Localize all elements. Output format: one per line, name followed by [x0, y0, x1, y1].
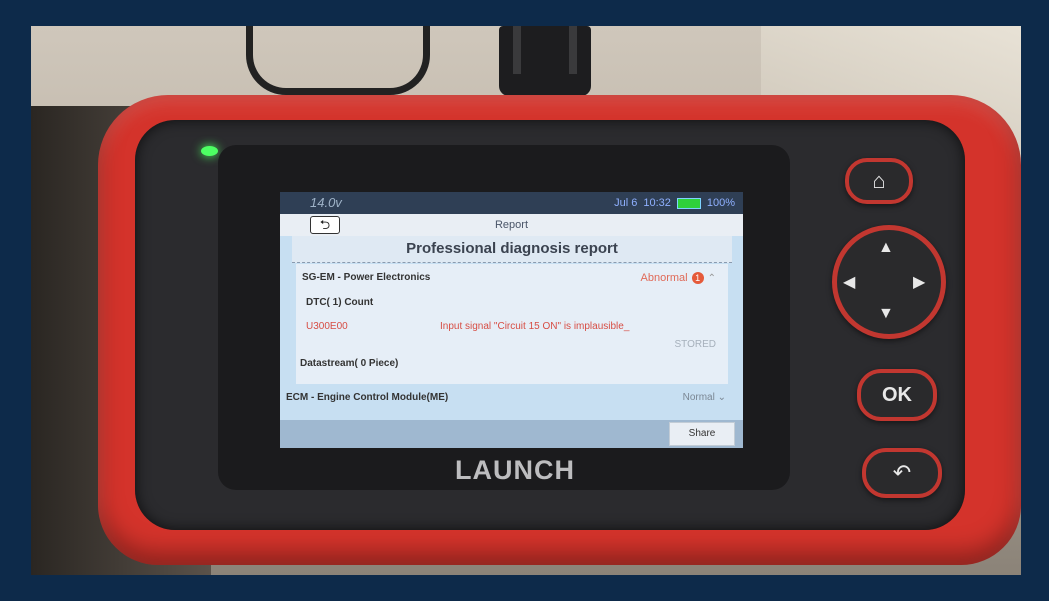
- home-icon: ⌂: [872, 168, 886, 193]
- arrow-left-icon[interactable]: ◀: [843, 272, 855, 292]
- dtc-description: Input signal "Circuit 15 ON" is implausi…: [440, 321, 630, 332]
- arrow-up-icon[interactable]: ▲: [878, 239, 894, 257]
- share-button[interactable]: Share: [669, 422, 735, 446]
- obd-cable-connector: [499, 26, 591, 96]
- return-button[interactable]: ↶: [862, 448, 942, 498]
- system-name: SG-EM - Power Electronics: [302, 272, 431, 283]
- dtc-count-label: DTC( 1) Count: [306, 297, 374, 308]
- return-icon: ↶: [892, 460, 912, 485]
- dtc-state: STORED: [674, 339, 717, 350]
- system-name: ECM - Engine Control Module(ME): [286, 392, 449, 403]
- power-led: [201, 146, 218, 156]
- status-right: Jul 6 10:32 100%: [614, 197, 735, 209]
- eyeglasses: [246, 26, 430, 95]
- device-screen: 14.0v Jul 6 10:32 100% ⮌ Report Professi…: [280, 192, 743, 448]
- battery-icon: [676, 197, 701, 209]
- system-card-sg-em[interactable]: SG-EM - Power Electronics Abnormal 1 ⌃ D…: [296, 264, 728, 384]
- date-text: Jul 6: [614, 197, 638, 209]
- page-title: Report: [494, 219, 529, 231]
- status-text: Abnormal: [640, 272, 688, 284]
- report-heading: Professional diagnosis report: [292, 236, 732, 263]
- home-button[interactable]: ⌂: [845, 158, 913, 204]
- dtc-code: U300E00: [306, 321, 348, 332]
- brand-logo: LAUNCH: [455, 455, 575, 485]
- arrow-down-icon[interactable]: ▼: [878, 305, 894, 323]
- ok-button[interactable]: OK: [857, 369, 937, 421]
- system-status-abnormal[interactable]: Abnormal 1 ⌃: [641, 272, 716, 284]
- datastream-label: Datastream( 0 Piece): [300, 358, 399, 369]
- chevron-down-icon[interactable]: ⌄: [718, 392, 726, 403]
- voltage-readout: 14.0v: [310, 195, 342, 210]
- status-bar: 14.0v Jul 6 10:32 100%: [280, 192, 743, 214]
- system-status-normal[interactable]: Normal ⌄: [683, 392, 726, 403]
- time-text: 10:32: [643, 197, 671, 209]
- battery-percent: 100%: [706, 197, 735, 209]
- status-text: Normal: [682, 392, 715, 403]
- chevron-up-icon[interactable]: ⌃: [708, 273, 716, 284]
- fault-count-badge: 1: [691, 272, 704, 284]
- arrow-right-icon[interactable]: ▶: [913, 272, 925, 292]
